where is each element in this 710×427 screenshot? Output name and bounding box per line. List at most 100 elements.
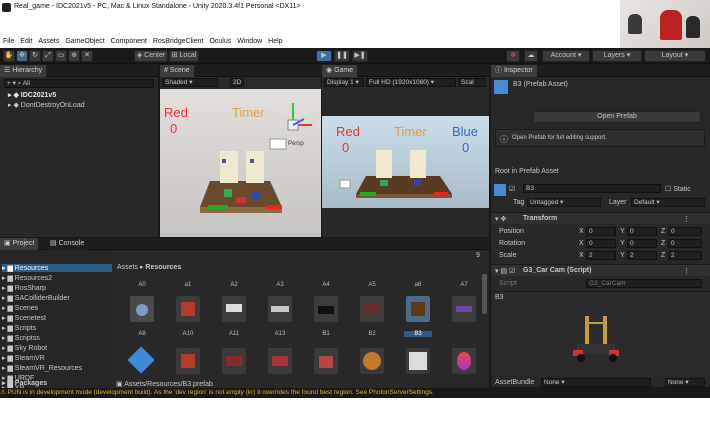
- asset-label[interactable]: A13: [266, 331, 294, 337]
- hand-tool-icon[interactable]: ✋: [3, 50, 15, 62]
- layers-dropdown[interactable]: Layers ▾: [592, 50, 642, 62]
- hierarchy-search[interactable]: + ▾ ⌕ All: [4, 79, 154, 88]
- asset-label[interactable]: a1: [174, 282, 202, 288]
- asset-label[interactable]: A2: [220, 282, 248, 288]
- scale-z[interactable]: 2: [668, 251, 702, 260]
- asset-label[interactable]: A4: [312, 282, 340, 288]
- folder-item[interactable]: ▸ ▆ SteamVR_Resources: [2, 364, 82, 372]
- asset-label[interactable]: A8: [128, 331, 156, 337]
- asset-thumbnail[interactable]: [452, 296, 476, 322]
- rotation-y[interactable]: 0: [627, 239, 657, 248]
- tag-dropdown[interactable]: Untagged ▾: [527, 198, 601, 207]
- asset-thumbnail-selected[interactable]: [406, 296, 430, 322]
- menu-gameobject[interactable]: GameObject: [65, 38, 104, 45]
- asset-label[interactable]: A0: [128, 282, 156, 288]
- prefab-cube-icon[interactable]: [126, 346, 156, 376]
- asset-thumbnail[interactable]: [360, 348, 384, 374]
- scale-tool-icon[interactable]: ⤢: [42, 50, 54, 62]
- status-bar[interactable]: ⚠ PUN is in development mode (developmen…: [0, 388, 710, 398]
- asset-thumbnail[interactable]: [130, 296, 154, 322]
- scale-y[interactable]: 2: [627, 251, 657, 260]
- folder-item[interactable]: ▸ ▆ Scriptss: [2, 334, 40, 342]
- menu-window[interactable]: Window: [237, 38, 262, 45]
- menu-help[interactable]: Help: [268, 38, 282, 45]
- rotation-z[interactable]: 0: [668, 239, 702, 248]
- tab-console[interactable]: ▤ Console: [46, 238, 89, 250]
- step-button[interactable]: ▶❚: [352, 50, 368, 62]
- asset-label[interactable]: B2: [358, 331, 386, 337]
- menu-rosbridgeclient[interactable]: RosBridgeClient: [153, 38, 204, 45]
- active-checkbox[interactable]: ☑: [509, 185, 515, 193]
- asset-label[interactable]: A3: [266, 282, 294, 288]
- asset-thumbnail[interactable]: [222, 296, 246, 322]
- tab-game[interactable]: ◉ Game: [322, 65, 358, 77]
- menu-edit[interactable]: Edit: [20, 38, 32, 45]
- transform-header[interactable]: ▾ ✥ Transform ⋮: [491, 212, 710, 224]
- cloud-icon[interactable]: ☁: [524, 50, 538, 62]
- asset-thumbnail[interactable]: [406, 348, 430, 374]
- folder-item[interactable]: ▸ ▆ RosSharp: [2, 284, 46, 292]
- tab-hierarchy[interactable]: ☰ Hierarchy: [0, 65, 47, 77]
- play-button[interactable]: ▶: [316, 50, 332, 62]
- persp-label[interactable]: Persp: [288, 141, 304, 147]
- component-menu-icon[interactable]: ⋮: [683, 215, 690, 223]
- asset-thumbnail[interactable]: [360, 296, 384, 322]
- move-tool-icon[interactable]: ✥: [16, 50, 28, 62]
- display-dropdown[interactable]: Display 1 ▾: [324, 78, 364, 87]
- scene-viewport[interactable]: Red 0 Timer Persp: [160, 89, 321, 237]
- asset-thumbnail[interactable]: [268, 348, 292, 374]
- rotate-tool-icon[interactable]: ↻: [29, 50, 41, 62]
- script-component-header[interactable]: ▾ ▤ ☑ G3_Car Cam (Script) ⋮: [491, 264, 710, 276]
- asset-label[interactable]: A7: [450, 282, 478, 288]
- folder-item[interactable]: ▸ ▆ Sky Robot: [2, 344, 47, 352]
- game-viewport[interactable]: Red 0 Timer Blue 0: [322, 116, 489, 208]
- packages-folder[interactable]: ▸ ▆ Packages: [2, 379, 47, 387]
- resolution-dropdown[interactable]: Full HD (1920x1080) ▾: [366, 78, 456, 87]
- folder-item[interactable]: ▸ ▆ Resources2: [2, 274, 52, 282]
- tab-inspector[interactable]: ⓘ Inspector: [491, 65, 537, 77]
- asset-label[interactable]: A5: [358, 282, 386, 288]
- hierarchy-item[interactable]: ▸ ◆ DontDestroyOnLoad: [8, 101, 85, 109]
- open-prefab-button[interactable]: Open Prefab: [533, 111, 701, 123]
- component-menu-icon[interactable]: ⋮: [683, 267, 690, 275]
- asset-thumbnail[interactable]: [176, 348, 200, 374]
- folder-item[interactable]: ▸ ▆ Resources: [2, 264, 112, 272]
- tab-scene[interactable]: # Scene: [160, 65, 194, 77]
- layer-dropdown[interactable]: Default ▾: [631, 198, 705, 207]
- object-name-field[interactable]: B3: [523, 184, 661, 193]
- folder-item[interactable]: ▸ ▆ Scenetest: [2, 314, 46, 322]
- transform-tool-icon[interactable]: ⊕: [68, 50, 80, 62]
- collab-icon[interactable]: ✲: [506, 50, 520, 62]
- pause-button[interactable]: ❚❚: [334, 50, 350, 62]
- tab-project[interactable]: ▣ Project: [0, 238, 39, 250]
- menu-component[interactable]: Component: [111, 38, 147, 45]
- account-dropdown[interactable]: Account ▾: [542, 50, 590, 62]
- asset-label[interactable]: B1: [312, 331, 340, 337]
- folder-item[interactable]: ▸ ▆ SteamVR: [2, 354, 45, 362]
- hierarchy-item[interactable]: ▸ ◆ IDC2021v5: [8, 91, 56, 99]
- position-y[interactable]: 0: [627, 227, 657, 236]
- asset-thumbnail[interactable]: [176, 296, 200, 322]
- asset-label[interactable]: A11: [220, 331, 248, 337]
- asset-thumbnail[interactable]: [222, 348, 246, 374]
- rotation-x[interactable]: 0: [586, 239, 616, 248]
- asset-bundle-dropdown[interactable]: None ▾: [541, 378, 651, 387]
- asset-thumbnail[interactable]: [268, 296, 292, 322]
- scrollbar[interactable]: [482, 274, 487, 314]
- static-toggle[interactable]: ☐ Static: [665, 185, 691, 193]
- scale-slider[interactable]: Scal: [458, 78, 486, 87]
- shading-mode-dropdown[interactable]: Shaded ▾: [162, 78, 218, 87]
- menu-assets[interactable]: Assets: [38, 38, 59, 45]
- folder-item[interactable]: ▸ ▆ Scripts: [2, 324, 36, 332]
- menu-oculus[interactable]: Oculus: [209, 38, 231, 45]
- asset-thumbnail[interactable]: [314, 348, 338, 374]
- scale-x[interactable]: 2: [586, 251, 616, 260]
- asset-label-selected[interactable]: B3: [404, 331, 432, 337]
- position-z[interactable]: 0: [668, 227, 702, 236]
- rect-tool-icon[interactable]: ▭: [55, 50, 67, 62]
- folder-item[interactable]: ▸ ▆ SAColliderBuilder: [2, 294, 70, 302]
- asset-label[interactable]: a6: [404, 282, 432, 288]
- menu-file[interactable]: File: [3, 38, 14, 45]
- position-x[interactable]: 0: [586, 227, 616, 236]
- asset-bundle-variant-dropdown[interactable]: None ▾: [665, 378, 705, 387]
